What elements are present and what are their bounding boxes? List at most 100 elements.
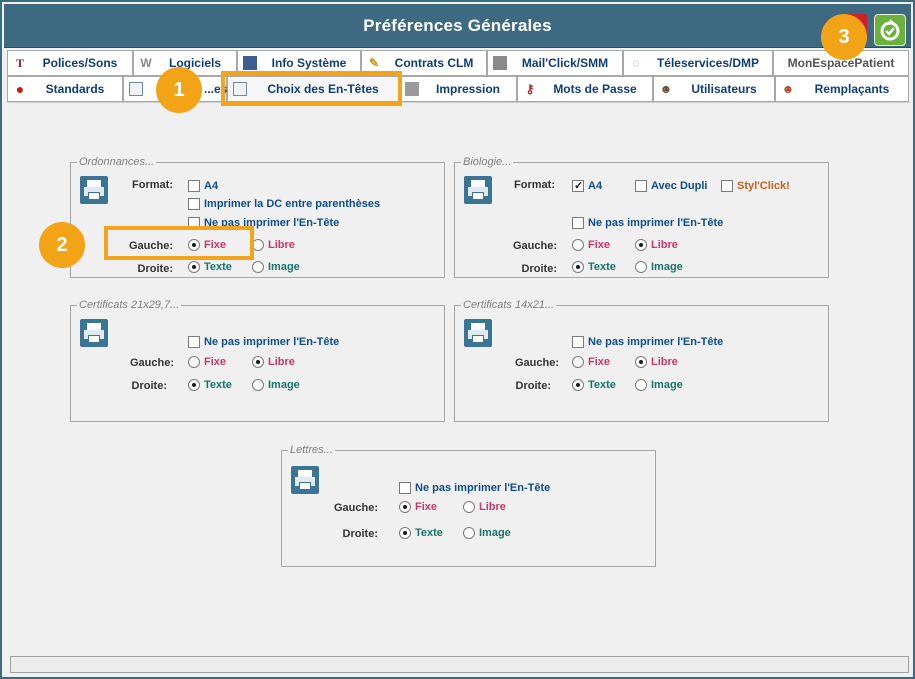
checkbox-box [572, 179, 584, 193]
ordonnances-droite-texte-radio[interactable]: Texte [188, 260, 232, 274]
biologie-no-header-checkbox[interactable]: Ne pas imprimer l'En-Tête [572, 216, 723, 230]
tab-label: Mots de Passe [553, 82, 637, 96]
radio-dot [635, 239, 647, 251]
tab-label: Remplaçants [814, 82, 890, 96]
tab-impression[interactable]: Impression [399, 76, 517, 102]
checkbox-label: A4 [204, 180, 219, 192]
radio-label: Image [268, 379, 300, 391]
lettres-panel: Lettres... Ne pas imprimer l'En-Tête Gau… [281, 443, 656, 567]
radio-label: Image [651, 261, 683, 273]
preferences-window: Préférences Générales T Polices/Sons W L… [0, 0, 915, 679]
biologie-gauche-libre-radio[interactable]: Libre [635, 238, 678, 252]
radio-dot [188, 261, 200, 273]
checkbox-label: Styl'Click! [737, 180, 790, 192]
checkbox-box [399, 482, 411, 494]
ordonnances-panel: Ordonnances... Format: A4 Imprimer la DC… [70, 155, 445, 278]
format-label: Format: [132, 179, 173, 191]
ordonnances-a4-checkbox[interactable]: A4 [188, 179, 218, 193]
tab-label: Mail'Click/SMM [521, 56, 609, 70]
ordonnances-gauche-libre-radio[interactable]: Libre [252, 238, 295, 252]
radio-dot [635, 356, 647, 368]
radio-label: Image [268, 261, 300, 273]
tab-label: Téleservices/DMP [656, 56, 760, 70]
checkbox-box [635, 180, 647, 192]
format-label: Format: [514, 179, 555, 191]
certif14-droite-texte-radio[interactable]: Texte [572, 378, 616, 392]
radio-label: Texte [204, 379, 232, 391]
radio-label: Texte [415, 527, 443, 539]
tab-mail-click-smm[interactable]: Mail'Click/SMM [487, 50, 623, 76]
tab-remplacants[interactable]: ☻ Remplaçants [775, 76, 909, 102]
checkbox-box [188, 180, 200, 192]
lettres-no-header-checkbox[interactable]: Ne pas imprimer l'En-Tête [399, 481, 550, 495]
biologie-a4-checkbox[interactable]: A4 [572, 179, 602, 193]
certif21-gauche-fixe-radio[interactable]: Fixe [188, 355, 226, 369]
panel-legend: Ordonnances... [77, 155, 157, 169]
tab-teleservices-dmp[interactable]: ◌ Téleservices/DMP [623, 50, 773, 76]
tab-label: Standards [45, 82, 105, 96]
validate-button[interactable] [874, 14, 906, 46]
radio-label: Libre [268, 239, 295, 251]
tab-standards[interactable]: ● Standards [7, 76, 123, 102]
radio-dot [252, 356, 264, 368]
radio-dot [463, 501, 475, 513]
radio-dot [188, 356, 200, 368]
radio-label: Texte [588, 261, 616, 273]
lettres-droite-image-radio[interactable]: Image [463, 526, 511, 540]
radio-label: Image [651, 379, 683, 391]
certif21-gauche-libre-radio[interactable]: Libre [252, 355, 295, 369]
radio-dot [572, 379, 584, 391]
lettres-gauche-fixe-radio[interactable]: Fixe [399, 500, 437, 514]
checkbox-label: Ne pas imprimer l'En-Tête [415, 482, 551, 494]
radio-dot [399, 501, 411, 513]
droite-label: Droite: [131, 380, 167, 392]
content-area: Ordonnances... Format: A4 Imprimer la DC… [7, 102, 911, 648]
biologie-panel: Biologie... Format: A4 Avec Dupli Styl'C… [454, 155, 829, 278]
radio-dot [188, 379, 200, 391]
gauche-label: Gauche: [333, 502, 378, 514]
lettres-gauche-libre-radio[interactable]: Libre [463, 500, 506, 514]
step-badge-1: 1 [156, 67, 202, 113]
panel-legend: Biologie... [461, 155, 514, 169]
droite-label: Droite: [515, 380, 551, 392]
radio-dot [252, 261, 264, 273]
certif14-gauche-libre-radio[interactable]: Libre [635, 355, 678, 369]
radio-dot [399, 527, 411, 539]
checkbox-box [188, 336, 200, 348]
certificats-21-panel: Certificats 21x29,7... Ne pas imprimer l… [70, 298, 445, 422]
biologie-styl-click-checkbox[interactable]: Styl'Click! [721, 179, 790, 193]
printer-icon [464, 319, 492, 347]
checkbox-label: Ne pas imprimer l'En-Tête [588, 336, 724, 348]
biologie-droite-texte-radio[interactable]: Texte [572, 260, 616, 274]
certif14-gauche-fixe-radio[interactable]: Fixe [572, 355, 610, 369]
radio-dot [463, 527, 475, 539]
tab-utilisateurs[interactable]: ☻ Utilisateurs [653, 76, 775, 102]
biologie-gauche-fixe-radio[interactable]: Fixe [572, 238, 610, 252]
radio-label: Fixe [588, 356, 611, 368]
certif21-droite-texte-radio[interactable]: Texte [188, 378, 232, 392]
window-title: Préférences Générales [363, 16, 552, 35]
ordonnances-dc-checkbox[interactable]: Imprimer la DC entre parenthèses [188, 197, 380, 211]
biologie-droite-image-radio[interactable]: Image [635, 260, 683, 274]
radio-label: Libre [268, 356, 295, 368]
certificats-14-panel: Certificats 14x21... Ne pas imprimer l'E… [454, 298, 829, 422]
tab-mots-de-passe[interactable]: ⚷ Mots de Passe [517, 76, 653, 102]
certif21-droite-image-radio[interactable]: Image [252, 378, 300, 392]
radio-label: Fixe [415, 501, 438, 513]
certif21-no-header-checkbox[interactable]: Ne pas imprimer l'En-Tête [188, 335, 339, 349]
step-badge-2: 2 [39, 222, 85, 268]
tab-polices-sons[interactable]: T Polices/Sons [7, 50, 133, 76]
lettres-droite-texte-radio[interactable]: Texte [399, 526, 443, 540]
certif14-droite-image-radio[interactable]: Image [635, 378, 683, 392]
radio-label: Libre [479, 501, 506, 513]
ordonnances-droite-image-radio[interactable]: Image [252, 260, 300, 274]
checkbox-box [188, 198, 200, 210]
radio-label: Libre [651, 239, 678, 251]
biologie-avec-dupli-checkbox[interactable]: Avec Dupli [635, 179, 707, 193]
printer-icon [464, 176, 492, 204]
certif14-no-header-checkbox[interactable]: Ne pas imprimer l'En-Tête [572, 335, 723, 349]
checkbox-label: Avec Dupli [651, 180, 708, 192]
refresh-check-icon [880, 19, 900, 41]
panel-legend: Certificats 21x29,7... [77, 298, 182, 312]
radio-label: Texte [588, 379, 616, 391]
